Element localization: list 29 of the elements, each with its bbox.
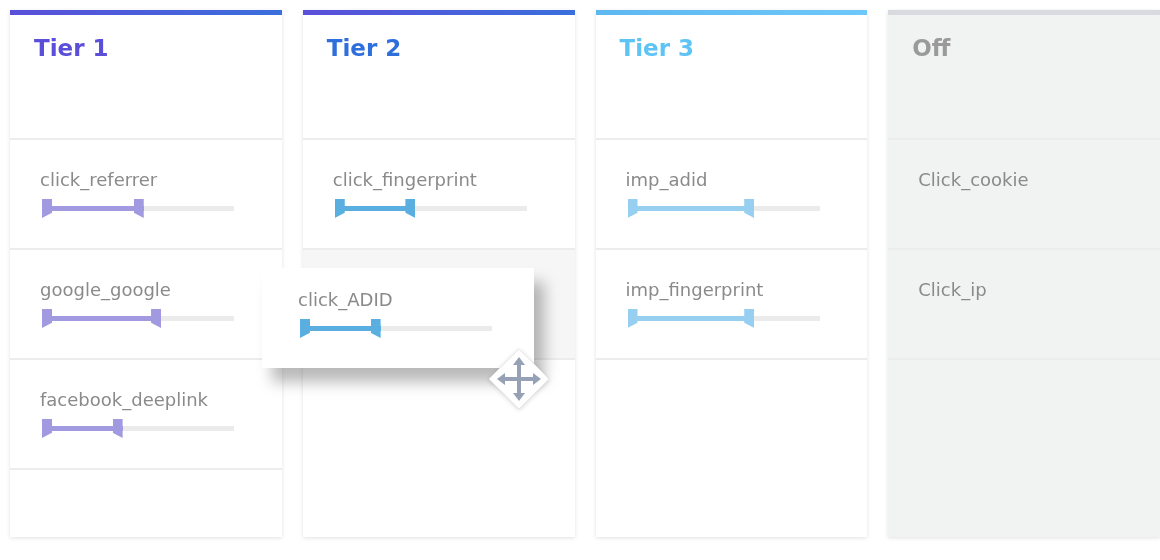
item-label[interactable]: imp_fingerprint bbox=[625, 278, 764, 302]
column-title: Off bbox=[912, 35, 951, 61]
slider-handle[interactable] bbox=[627, 199, 638, 218]
slider-handle[interactable] bbox=[300, 319, 310, 338]
move-icon bbox=[487, 347, 551, 411]
column-title: Tier 2 bbox=[326, 35, 402, 61]
slider-handle[interactable] bbox=[42, 309, 52, 328]
slider-handle[interactable] bbox=[42, 419, 52, 438]
slider-handle[interactable] bbox=[151, 309, 162, 328]
slider-handle[interactable] bbox=[133, 199, 144, 218]
item-label[interactable]: click_fingerprint bbox=[332, 168, 477, 192]
item-label[interactable]: facebook_deeplink bbox=[40, 388, 209, 412]
item-label[interactable]: Click_cookie bbox=[918, 168, 1029, 192]
slider-handle[interactable] bbox=[370, 319, 381, 338]
slider-handle[interactable] bbox=[334, 199, 345, 218]
item-label[interactable]: google_google bbox=[40, 278, 171, 302]
item-label[interactable]: imp_adid bbox=[625, 168, 708, 192]
slider-handle[interactable] bbox=[627, 309, 638, 328]
slider-handle[interactable] bbox=[42, 199, 52, 218]
item-label[interactable]: click_ADID bbox=[298, 288, 393, 312]
column-title: Tier 3 bbox=[619, 35, 695, 61]
item-label[interactable]: Click_ip bbox=[918, 278, 987, 302]
item-label[interactable]: click_referrer bbox=[40, 168, 158, 192]
column-title: Tier 1 bbox=[34, 35, 109, 61]
slider-handle[interactable] bbox=[744, 199, 755, 218]
slider-handle[interactable] bbox=[405, 199, 416, 218]
slider-handle[interactable] bbox=[112, 419, 123, 438]
dragged-card[interactable]: click_ADID bbox=[262, 268, 534, 368]
slider-handle[interactable] bbox=[744, 309, 755, 328]
